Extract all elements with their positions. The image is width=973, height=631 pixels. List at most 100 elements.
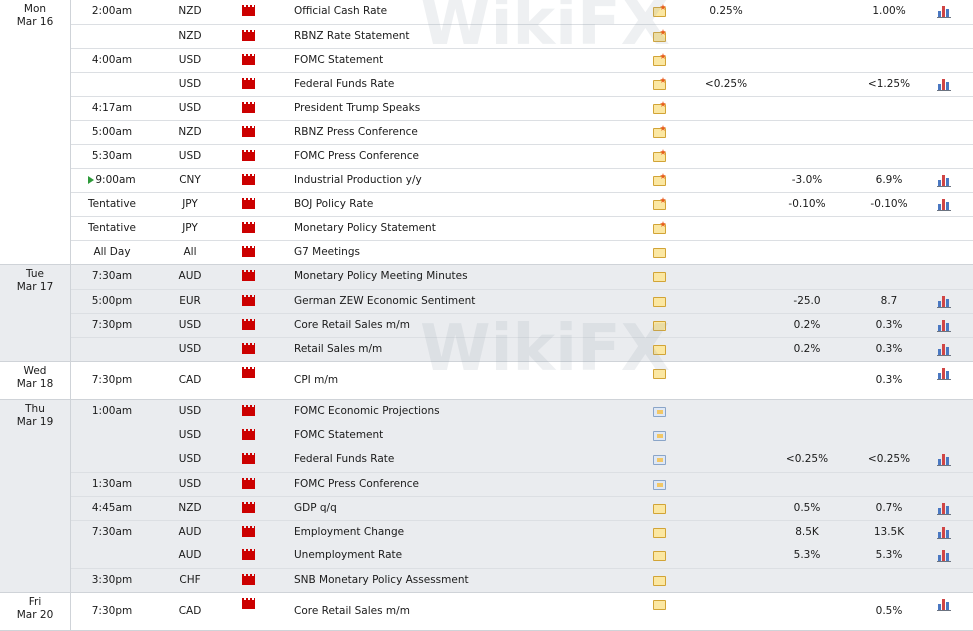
event-name[interactable]: German ZEW Economic Sentiment [294, 290, 475, 313]
chart-icon[interactable] [937, 501, 951, 515]
event-name[interactable]: Employment Change [294, 521, 404, 544]
event-name[interactable]: Monetary Policy Meeting Minutes [294, 265, 468, 288]
folder-icon[interactable] [653, 321, 666, 331]
event-name[interactable]: FOMC Statement [294, 49, 383, 72]
event-name[interactable]: Official Cash Rate [294, 0, 387, 23]
folder-icon[interactable] [653, 480, 666, 490]
event-row[interactable]: 2:00am NZD Official Cash Rate 0.25% 1.00% [71, 0, 973, 24]
chart-icon[interactable] [937, 525, 951, 539]
event-name[interactable]: SNB Monetary Policy Assessment [294, 569, 469, 592]
event-row[interactable]: USD FOMC Statement [71, 424, 973, 448]
folder-icon[interactable] [653, 369, 666, 379]
folder-icon[interactable] [653, 551, 666, 561]
event-row[interactable]: 5:00am NZD RBNZ Press Conference [71, 120, 973, 144]
event-currency: USD [178, 405, 202, 417]
event-row[interactable]: Tentative JPY BOJ Policy Rate -0.10% -0.10% [71, 192, 973, 216]
chart-icon[interactable] [937, 294, 951, 308]
folder-icon[interactable] [653, 224, 666, 234]
event-name[interactable]: CPI m/m [294, 362, 338, 399]
event-name[interactable]: Monetary Policy Statement [294, 217, 436, 240]
folder-icon[interactable] [653, 200, 666, 210]
folder-icon[interactable] [653, 528, 666, 538]
event-name[interactable]: G7 Meetings [294, 241, 360, 264]
event-name[interactable]: Unemployment Rate [294, 544, 402, 567]
event-name[interactable]: RBNZ Rate Statement [294, 25, 410, 48]
event-row[interactable]: 3:30pm CHF SNB Monetary Policy Assessment [71, 568, 973, 592]
event-row[interactable]: 1:00am USD FOMC Economic Projections [71, 400, 973, 424]
event-forecast: 5.3% [793, 549, 821, 561]
folder-icon[interactable] [653, 80, 666, 90]
event-row[interactable]: 4:00am USD FOMC Statement [71, 48, 973, 72]
event-name[interactable]: BOJ Policy Rate [294, 193, 373, 216]
event-name[interactable]: President Trump Speaks [294, 97, 420, 120]
folder-icon[interactable] [653, 56, 666, 66]
folder-icon[interactable] [653, 431, 666, 441]
folder-icon[interactable] [653, 176, 666, 186]
event-row[interactable]: 7:30pm CAD CPI m/m 0.3% [71, 362, 973, 399]
event-name[interactable]: Core Retail Sales m/m [294, 314, 410, 337]
event-name[interactable]: FOMC Press Conference [294, 145, 419, 168]
chart-icon[interactable] [937, 197, 951, 211]
event-row[interactable]: Tentative JPY Monetary Policy Statement [71, 216, 973, 240]
event-name[interactable]: Core Retail Sales m/m [294, 593, 410, 630]
impact-flag-icon [242, 405, 255, 416]
event-row[interactable]: 5:30am USD FOMC Press Conference [71, 144, 973, 168]
event-name[interactable]: RBNZ Press Conference [294, 121, 418, 144]
impact-flag-icon [242, 30, 255, 41]
event-currency: USD [178, 429, 202, 441]
event-name[interactable]: Retail Sales m/m [294, 338, 382, 361]
folder-icon[interactable] [653, 248, 666, 258]
folder-icon[interactable] [653, 504, 666, 514]
folder-icon[interactable] [653, 128, 666, 138]
event-previous: 1.00% [872, 5, 906, 17]
event-row[interactable]: AUD Unemployment Rate 5.3% 5.3% [71, 544, 973, 568]
event-row[interactable]: 4:17am USD President Trump Speaks [71, 96, 973, 120]
chart-icon[interactable] [937, 342, 951, 356]
event-row[interactable]: USD Federal Funds Rate <0.25% <0.25% [71, 448, 973, 472]
event-row[interactable]: 5:00pm EUR German ZEW Economic Sentiment -2… [71, 289, 973, 313]
event-name[interactable]: GDP q/q [294, 497, 337, 520]
event-row[interactable]: 7:30am AUD Monetary Policy Meeting Minutes [71, 265, 973, 289]
folder-icon[interactable] [653, 455, 666, 465]
chart-icon[interactable] [937, 597, 951, 611]
folder-icon[interactable] [653, 152, 666, 162]
folder-icon[interactable] [653, 345, 666, 355]
folder-icon[interactable] [653, 32, 666, 42]
event-row[interactable]: USD Federal Funds Rate <0.25% <1.25% [71, 72, 973, 96]
chart-icon[interactable] [937, 77, 951, 91]
event-row[interactable]: All Day All G7 Meetings [71, 240, 973, 264]
event-time: 1:30am [91, 478, 133, 490]
event-name[interactable]: FOMC Press Conference [294, 473, 419, 496]
event-row[interactable]: 4:45am NZD GDP q/q 0.5% 0.7% [71, 496, 973, 520]
event-name[interactable]: Federal Funds Rate [294, 73, 394, 96]
impact-flag-icon [242, 222, 255, 233]
chart-icon[interactable] [937, 4, 951, 18]
event-time: 9:00am [71, 169, 153, 192]
folder-icon[interactable] [653, 272, 666, 282]
folder-icon[interactable] [653, 104, 666, 114]
chart-icon[interactable] [937, 173, 951, 187]
event-currency: USD [178, 453, 202, 465]
event-time: 7:30am [91, 526, 133, 538]
chart-icon[interactable] [937, 548, 951, 562]
event-row[interactable]: USD Retail Sales m/m 0.2% 0.3% [71, 337, 973, 361]
folder-icon[interactable] [653, 407, 666, 417]
chart-icon[interactable] [937, 452, 951, 466]
chart-icon[interactable] [937, 318, 951, 332]
event-row[interactable]: 7:30pm USD Core Retail Sales m/m 0.2% 0.3% [71, 313, 973, 337]
event-name[interactable]: Federal Funds Rate [294, 448, 394, 471]
event-name[interactable]: FOMC Economic Projections [294, 400, 440, 423]
event-row[interactable]: 9:00am CNY Industrial Production y/y -3.0% 6… [71, 168, 973, 192]
event-row[interactable]: 7:30pm CAD Core Retail Sales m/m 0.5% [71, 593, 973, 630]
folder-icon[interactable] [653, 600, 666, 610]
folder-icon[interactable] [653, 576, 666, 586]
event-row[interactable]: 7:30am AUD Employment Change 8.5K 13.5K [71, 520, 973, 544]
event-name[interactable]: FOMC Statement [294, 424, 383, 447]
event-name[interactable]: Industrial Production y/y [294, 169, 422, 192]
folder-icon[interactable] [653, 7, 666, 17]
chart-icon[interactable] [937, 366, 951, 380]
play-icon [88, 176, 95, 184]
event-row[interactable]: NZD RBNZ Rate Statement [71, 24, 973, 48]
folder-icon[interactable] [653, 297, 666, 307]
event-row[interactable]: 1:30am USD FOMC Press Conference [71, 472, 973, 496]
